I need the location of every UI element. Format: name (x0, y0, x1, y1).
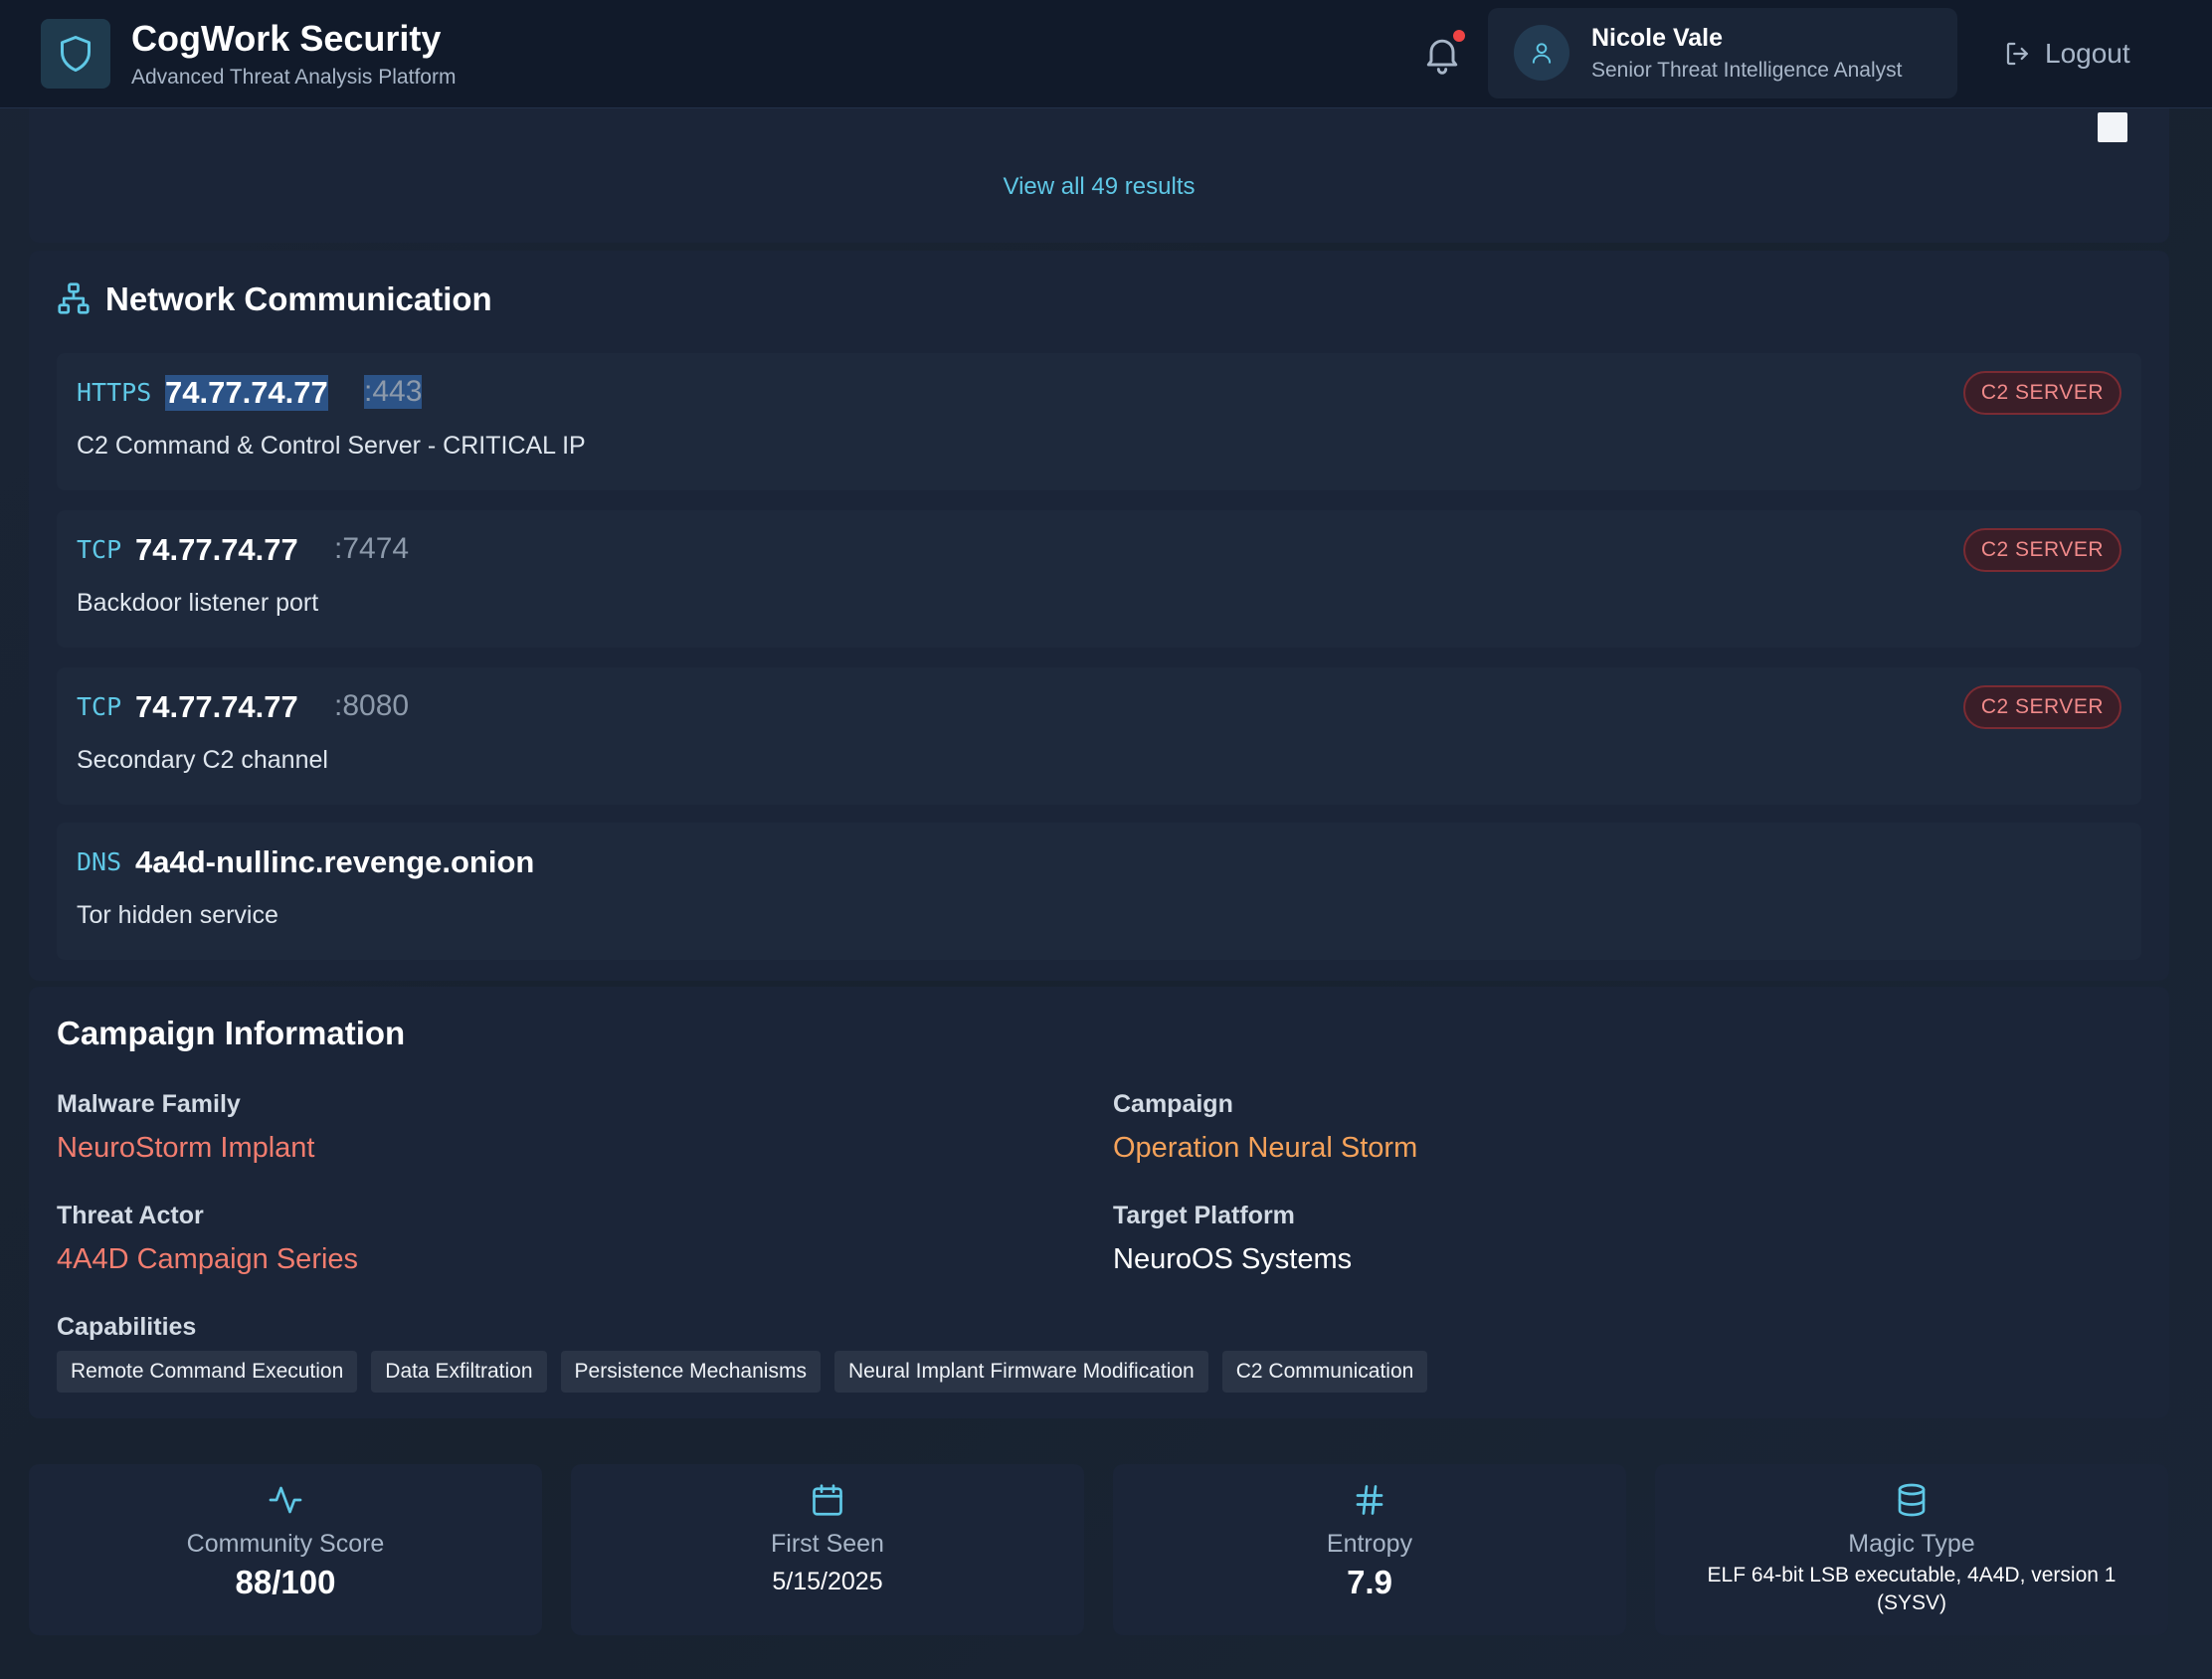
app-title: CogWork Security (131, 18, 442, 59)
c2-server-badge: C2 SERVER (1962, 528, 2121, 572)
connection-description: C2 Command & Control Server - CRITICAL I… (77, 432, 586, 460)
malware-family-value: NeuroStorm Implant (57, 1132, 315, 1164)
capability-tag: C2 Communication (1221, 1351, 1428, 1393)
results-panel: View all 49 results (29, 99, 2169, 243)
connection-host: 74.77.74.77 (135, 532, 298, 567)
capabilities-label: Capabilities (57, 1313, 197, 1341)
connection-row[interactable]: TCP 74.77.74.77 :8080 C2 SERVER Secondar… (57, 667, 2141, 805)
connection-port: :8080 (334, 689, 410, 722)
calendar-icon (810, 1482, 845, 1518)
stat-label: Community Score (186, 1530, 385, 1558)
malware-family-label: Malware Family (57, 1090, 241, 1118)
logout-icon (2006, 42, 2028, 66)
user-menu[interactable]: Nicole Vale Senior Threat Intelligence A… (1488, 8, 1957, 98)
campaign-label: Campaign (1113, 1090, 1233, 1118)
capability-tag: Data Exfiltration (371, 1351, 547, 1393)
scrollbar-thumb[interactable] (2098, 112, 2127, 142)
stat-label: First Seen (771, 1530, 884, 1558)
capability-tag: Remote Command Execution (57, 1351, 358, 1393)
entropy-card: Entropy 7.9 (1113, 1464, 1626, 1635)
connection-description: Tor hidden service (77, 901, 278, 929)
campaign-value: Operation Neural Storm (1113, 1132, 1418, 1164)
target-platform-label: Target Platform (1113, 1202, 1295, 1229)
first-seen-card: First Seen 5/15/2025 (571, 1464, 1084, 1635)
connection-protocol: TCP (77, 535, 122, 564)
activity-icon (268, 1482, 303, 1518)
capabilities-list: Remote Command Execution Data Exfiltrati… (57, 1351, 1428, 1393)
network-communication-panel: Network Communication HTTPS 74.77.74.77 … (29, 251, 2169, 981)
network-section-title: Network Communication (105, 280, 492, 317)
magic-type-card: Magic Type ELF 64-bit LSB executable, 4A… (1655, 1464, 2168, 1635)
connection-description: Secondary C2 channel (77, 746, 328, 774)
threat-actor-value: 4A4D Campaign Series (57, 1243, 359, 1275)
hash-icon (1352, 1482, 1387, 1518)
stat-value: 88/100 (235, 1564, 336, 1600)
campaign-section-title: Campaign Information (57, 1015, 406, 1051)
database-icon (1894, 1482, 1930, 1518)
user-icon (1514, 25, 1569, 81)
app-subtitle: Advanced Threat Analysis Platform (131, 66, 457, 89)
target-platform-value: NeuroOS Systems (1113, 1243, 1353, 1275)
connection-row[interactable]: DNS 4a4d-nullinc.revenge.onion Tor hidde… (57, 823, 2141, 960)
connection-port: :443 (364, 375, 423, 409)
view-all-results-link[interactable]: View all 49 results (29, 173, 2169, 201)
c2-server-badge: C2 SERVER (1962, 371, 2121, 415)
c2-server-badge: C2 SERVER (1962, 685, 2121, 729)
connection-description: Backdoor listener port (77, 589, 319, 617)
capability-tag: Persistence Mechanisms (560, 1351, 821, 1393)
user-role: Senior Threat Intelligence Analyst (1591, 59, 1903, 82)
threat-actor-label: Threat Actor (57, 1202, 204, 1229)
campaign-information-panel: Campaign Information Malware Family Neur… (29, 987, 2169, 1418)
connection-host: 74.77.74.77 (135, 689, 298, 724)
capability-tag: Neural Implant Firmware Modification (833, 1351, 1208, 1393)
notification-dot (1453, 30, 1465, 42)
connection-row[interactable]: TCP 74.77.74.77 :7474 C2 SERVER Backdoor… (57, 510, 2141, 648)
connection-protocol: DNS (77, 847, 122, 876)
app-header: CogWork Security Advanced Threat Analysi… (0, 0, 2212, 108)
connection-port: :7474 (334, 532, 410, 565)
connection-host: 4a4d-nullinc.revenge.onion (135, 844, 535, 879)
connection-host: 74.77.74.77 (165, 375, 328, 411)
stat-label: Magic Type (1848, 1530, 1975, 1558)
connection-row[interactable]: HTTPS 74.77.74.77 :443 C2 SERVER C2 Comm… (57, 353, 2141, 490)
shield-icon (41, 19, 110, 89)
network-icon (56, 280, 92, 316)
connection-protocol: HTTPS (77, 378, 152, 407)
connection-protocol: TCP (77, 692, 122, 721)
stat-value: 7.9 (1347, 1564, 1392, 1600)
stat-value: 5/15/2025 (772, 1568, 883, 1595)
user-name: Nicole Vale (1591, 24, 1724, 52)
stat-value: ELF 64-bit LSB executable, 4A4D, version… (1707, 1564, 2117, 1614)
logout-button[interactable]: Logout (2003, 34, 2130, 74)
community-score-card: Community Score 88/100 (29, 1464, 542, 1635)
stat-label: Entropy (1326, 1530, 1413, 1558)
logout-label: Logout (2045, 38, 2130, 69)
